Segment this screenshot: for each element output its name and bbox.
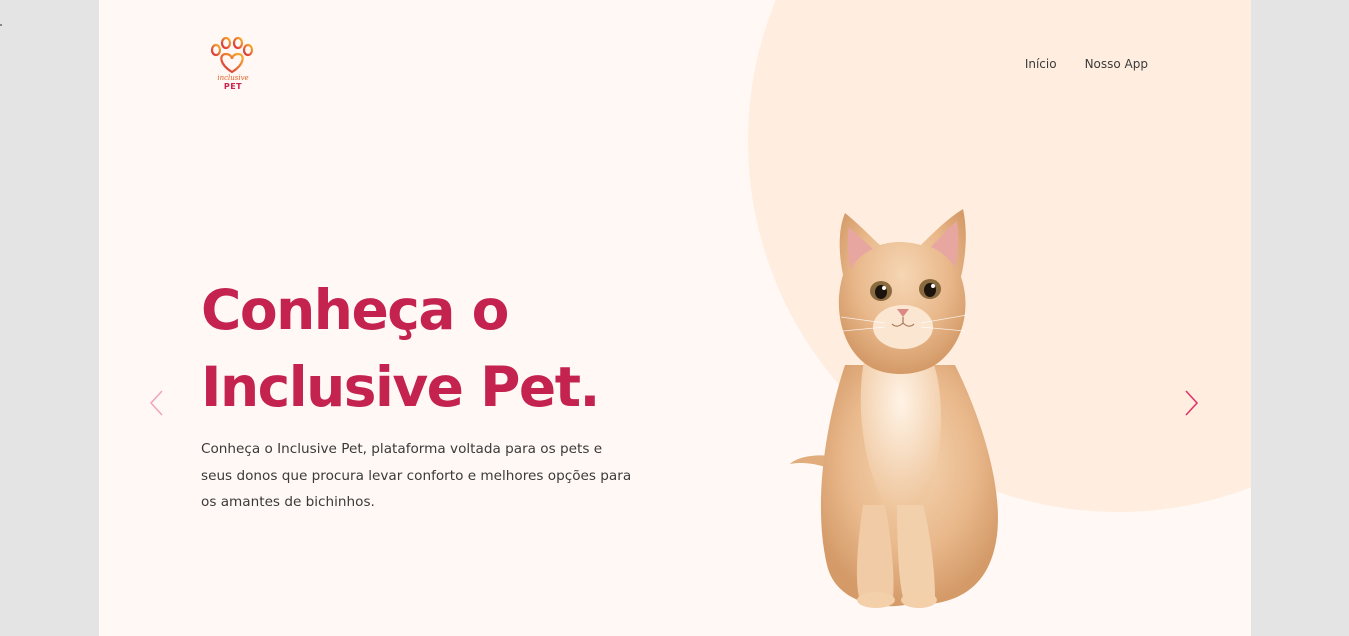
carousel-prev-button[interactable]: [147, 388, 167, 418]
stray-dot: [0, 24, 2, 26]
carousel-next-button[interactable]: [1181, 388, 1201, 418]
chevron-right-icon: [1185, 390, 1199, 416]
hero-description: Conheça o Inclusive Pet, plataforma volt…: [201, 441, 632, 510]
main-nav: Início Nosso App: [1025, 57, 1148, 71]
hero-title-line-1: Conheça o: [201, 278, 509, 342]
nav-link-nosso-app[interactable]: Nosso App: [1085, 57, 1148, 71]
hero-title-line-2: Inclusive Pet.: [201, 355, 600, 419]
logo-pet-text: PET: [223, 82, 243, 91]
nav-link-inicio[interactable]: Início: [1025, 57, 1057, 71]
hero-title: Conheça o Inclusive Pet.: [201, 272, 721, 426]
logo[interactable]: inclusive PET: [205, 36, 261, 96]
kitten-image: [789, 209, 998, 608]
paw-heart-icon: [210, 36, 254, 74]
logo-script-text: inclusive: [217, 74, 249, 82]
landing-page: inclusive PET Início Nosso App Conheça o…: [99, 0, 1251, 636]
chevron-left-icon: [149, 390, 163, 416]
